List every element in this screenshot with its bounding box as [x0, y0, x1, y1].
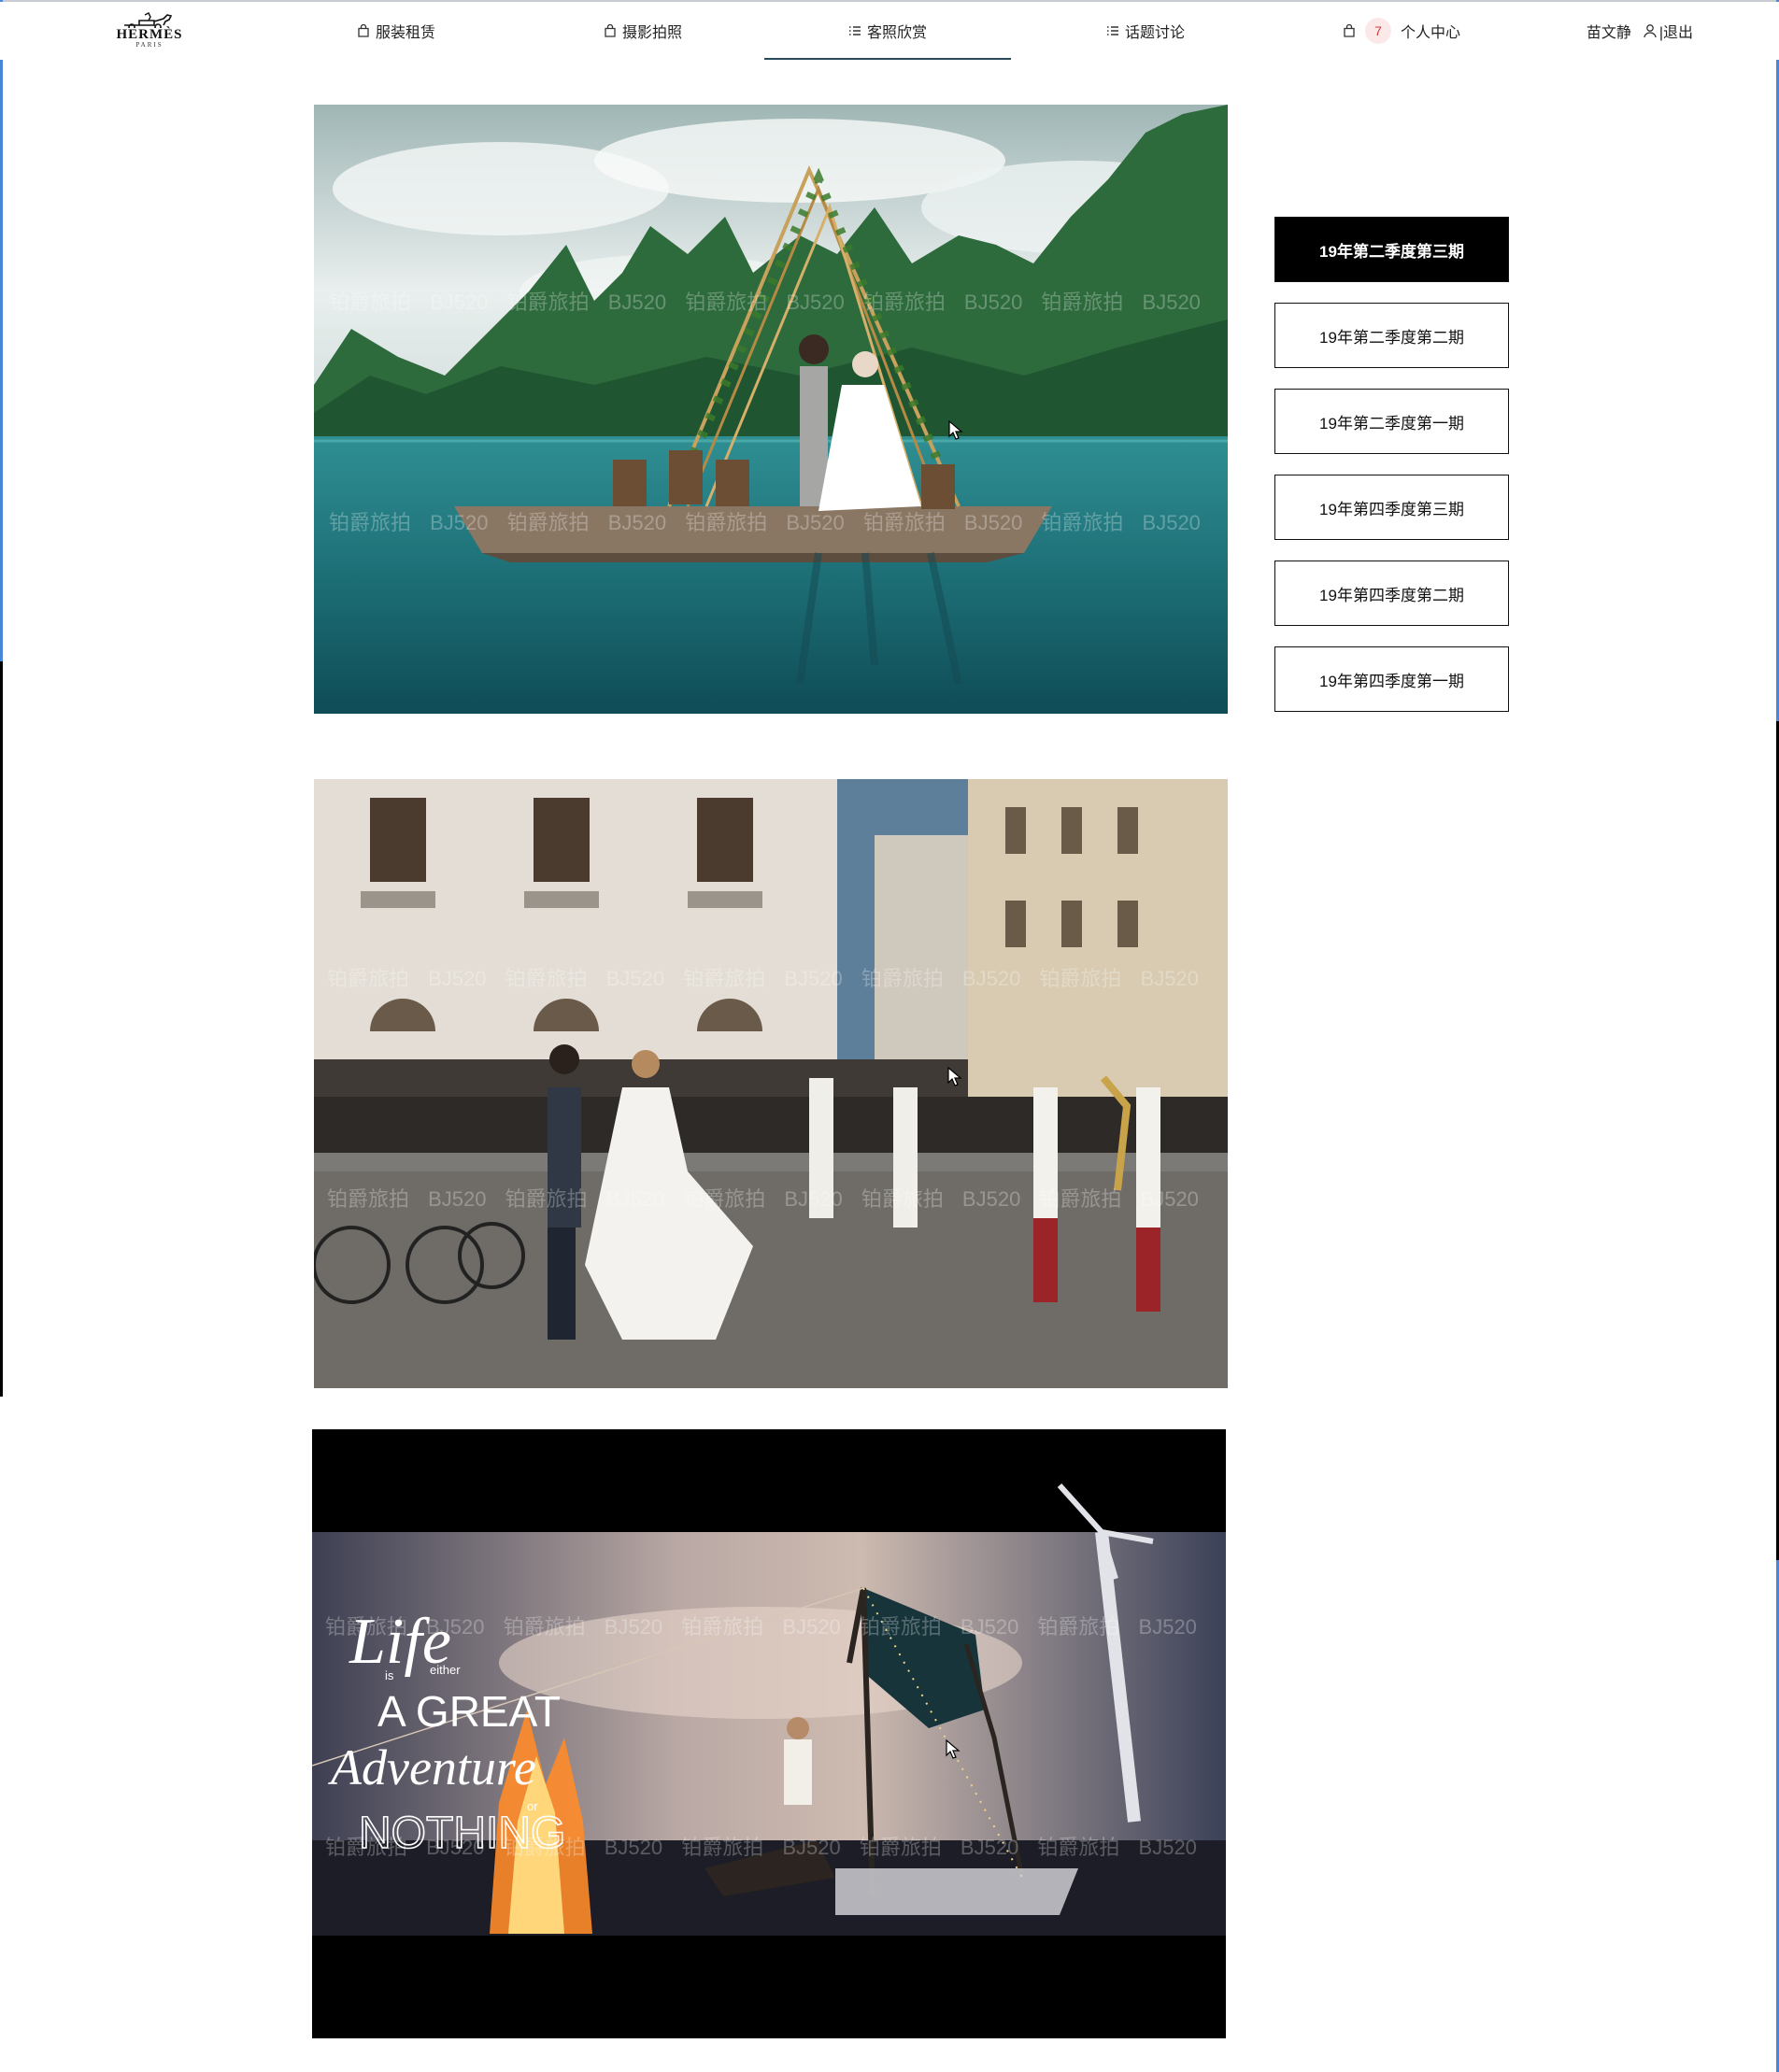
poster-text-a-great: A GREAT [377, 1687, 561, 1736]
nav-label: 摄影拍照 [621, 25, 682, 41]
nav-label: 话题讨论 [1124, 25, 1185, 41]
nav-label: 个人中心 [1400, 25, 1460, 41]
poster-text-either: either [430, 1663, 461, 1677]
list-icon [848, 25, 861, 36]
page: HERMÈS PARIS 服装租赁 摄影拍照 客照欣赏 话题讨论 7 个人中心 … [0, 0, 1779, 2072]
adventure-image: Life A GREAT Adventure NOTHING is either… [312, 1429, 1226, 2038]
logout-button[interactable]: |退出 [1643, 20, 1693, 42]
poster-text-is: is [385, 1668, 394, 1682]
issue-button[interactable]: 19年第四季度第二期 [1274, 561, 1509, 626]
issue-button[interactable]: 19年第四季度第一期 [1274, 646, 1509, 712]
issue-button-active[interactable]: 19年第二季度第三期 [1274, 217, 1509, 282]
nav-label: 客照欣赏 [866, 25, 927, 41]
user-icon [1644, 24, 1657, 38]
logo-subtext: PARIS [135, 41, 164, 49]
poster-text-adventure: Adventure [328, 1739, 536, 1795]
window-left-edge [0, 0, 3, 661]
bag-icon [1343, 24, 1356, 37]
gallery-photo-street-band[interactable]: 铂爵旅拍 BJ520 铂爵旅拍 BJ520 铂爵旅拍 BJ520 铂爵旅拍 BJ… [314, 779, 1228, 1388]
nav-label: 服装租赁 [375, 25, 435, 41]
lake-wedding-image [314, 105, 1228, 714]
top-nav-bar: HERMÈS PARIS 服装租赁 摄影拍照 客照欣赏 话题讨论 7 个人中心 … [0, 2, 1779, 60]
list-icon [1106, 25, 1119, 36]
window-left-edge-dark [0, 661, 3, 1397]
issue-button[interactable]: 19年第四季度第三期 [1274, 475, 1509, 540]
bag-icon [604, 24, 617, 37]
user-area: 苗文静 |退出 [1587, 2, 1693, 60]
username[interactable]: 苗文静 [1587, 20, 1631, 42]
gallery-photo-adventure[interactable]: Life A GREAT Adventure NOTHING is either… [312, 1429, 1226, 2038]
nav-item-topic-discussion[interactable]: 话题讨论 [1061, 2, 1230, 60]
street-band-image [314, 779, 1228, 1388]
carriage-icon [124, 12, 173, 28]
issue-button[interactable]: 19年第二季度第二期 [1274, 303, 1509, 368]
nav-item-photography[interactable]: 摄影拍照 [559, 2, 727, 60]
logo-wordmark: HERMÈS [116, 27, 183, 42]
nav-item-client-gallery[interactable]: 客照欣赏 [764, 2, 1011, 60]
cart-count-badge: 7 [1364, 18, 1391, 44]
issue-button[interactable]: 19年第二季度第一期 [1274, 389, 1509, 454]
nav-item-personal-center[interactable]: 7 个人中心 [1308, 2, 1495, 60]
logout-label: |退出 [1658, 25, 1693, 41]
nav-item-costume-rental[interactable]: 服装租赁 [312, 2, 480, 60]
issue-list: 19年第二季度第三期 19年第二季度第二期 19年第二季度第一期 19年第四季度… [1274, 217, 1509, 732]
poster-text-nothing: NOTHING [359, 1809, 565, 1858]
hermes-logo[interactable]: HERMÈS PARIS [112, 11, 187, 52]
bag-icon [357, 24, 370, 37]
gallery-photo-lake-wedding[interactable]: 铂爵旅拍 BJ520 铂爵旅拍 BJ520 铂爵旅拍 BJ520 铂爵旅拍 BJ… [314, 105, 1228, 714]
poster-text-or: or [527, 1799, 538, 1813]
